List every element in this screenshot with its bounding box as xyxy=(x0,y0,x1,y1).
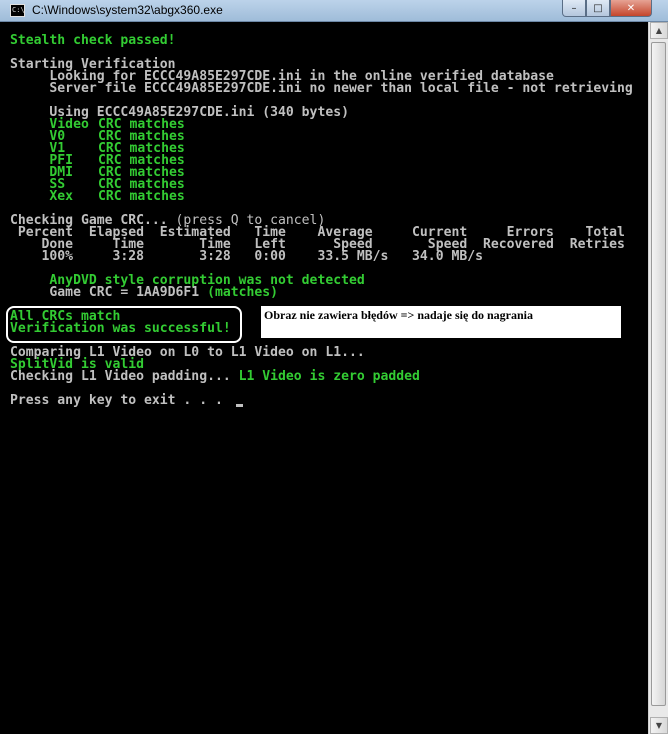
crc-row-name: Xex xyxy=(10,189,74,204)
padding-result: L1 Video is zero padded xyxy=(238,369,420,384)
maximize-button[interactable]: □ xyxy=(586,0,610,17)
annotation-note: Obraz nie zawiera błędów => nadaje się d… xyxy=(260,305,622,339)
progress-values-row: 100% 3:28 3:28 0:00 33.5 MB/s 34.0 MB/s xyxy=(10,249,483,264)
press-any-key-line: Press any key to exit . . . xyxy=(10,393,231,408)
game-crc-line: Game CRC = 1AA9D6F1 (matches) xyxy=(10,285,279,300)
title-bar: C:\ C:\Windows\system32\abgx360.exe – □ … xyxy=(0,0,668,22)
scroll-down-icon[interactable]: ▼ xyxy=(650,717,668,734)
crc-row-status: CRC matches xyxy=(98,189,185,204)
console-output[interactable]: Stealth check passed! Starting Verificat… xyxy=(0,22,648,734)
checking-padding-line: Checking L1 Video padding... L1 Video is… xyxy=(10,369,420,384)
window-title: C:\Windows\system32\abgx360.exe xyxy=(32,3,223,17)
text-cursor xyxy=(236,404,243,407)
game-crc-value: Game CRC = 1AA9D6F1 xyxy=(10,285,208,300)
game-crc-matches: (matches) xyxy=(207,285,279,300)
window-controls: – □ ✕ xyxy=(562,0,652,17)
scroll-up-icon[interactable]: ▲ xyxy=(650,22,668,39)
scrollbar-thumb[interactable] xyxy=(651,42,666,706)
vertical-scrollbar[interactable]: ▲ ▼ xyxy=(648,22,668,734)
close-button[interactable]: ✕ xyxy=(610,0,652,17)
success-highlight-outline xyxy=(6,306,242,343)
checking-padding-text: Checking L1 Video padding... xyxy=(10,369,239,384)
minimize-button[interactable]: – xyxy=(562,0,586,17)
server-file-line: Server file ECCC49A85E297CDE.ini no newe… xyxy=(10,81,633,96)
console-icon: C:\ xyxy=(10,4,25,17)
stealth-check-line: Stealth check passed! xyxy=(10,33,176,48)
